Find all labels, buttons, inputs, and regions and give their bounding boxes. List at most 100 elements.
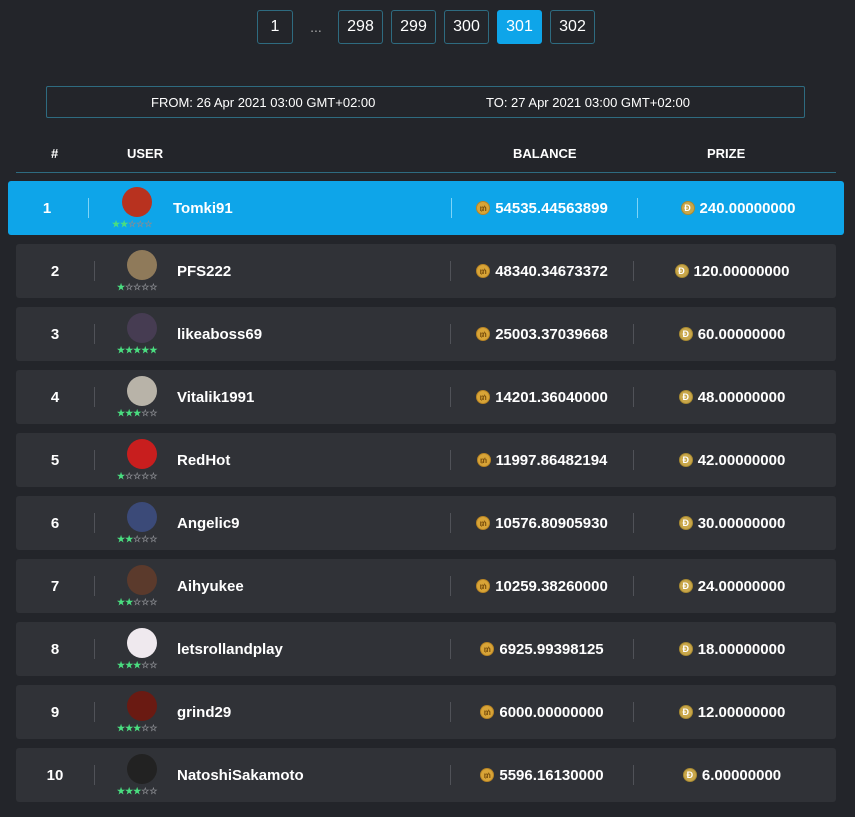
star-icon: ☆ bbox=[149, 723, 158, 733]
username[interactable]: Vitalik1991 bbox=[177, 370, 254, 424]
token-coin-icon: ₥ bbox=[476, 579, 491, 593]
avatar[interactable] bbox=[127, 376, 157, 406]
avatar[interactable] bbox=[127, 250, 157, 280]
star-icon: ☆ bbox=[125, 471, 134, 481]
divider bbox=[450, 765, 451, 785]
divider bbox=[94, 387, 95, 407]
token-coin-icon: ₥ bbox=[480, 768, 495, 782]
prize-value: 48.00000000 bbox=[697, 388, 786, 406]
page-button-302[interactable]: 302 bbox=[550, 10, 595, 44]
divider bbox=[450, 387, 451, 407]
avatar[interactable] bbox=[127, 565, 157, 595]
divider bbox=[94, 765, 95, 785]
prize-cell: Đ 120.00000000 bbox=[632, 244, 832, 298]
balance-value: 5596.16130000 bbox=[499, 766, 604, 784]
avatar[interactable] bbox=[127, 502, 157, 532]
username[interactable]: RedHot bbox=[177, 433, 230, 487]
range-from: FROM: 26 Apr 2021 03:00 GMT+02:00 bbox=[151, 95, 376, 110]
divider bbox=[94, 702, 95, 722]
star-icon: ☆ bbox=[149, 660, 158, 670]
rank: 5 bbox=[50, 451, 60, 469]
rating-stars: ★★☆☆☆ bbox=[117, 597, 157, 607]
page-button-301[interactable]: 301 bbox=[497, 10, 542, 44]
balance-cell: ₥ 25003.37039668 bbox=[452, 307, 632, 361]
doge-coin-icon: Đ bbox=[680, 201, 695, 215]
avatar[interactable] bbox=[127, 628, 157, 658]
balance-value: 11997.86482194 bbox=[495, 451, 608, 469]
page-button-298[interactable]: 298 bbox=[338, 10, 383, 44]
balance-cell: ₥ 11997.86482194 bbox=[452, 433, 632, 487]
star-icon: ★ bbox=[125, 786, 134, 796]
star-icon: ★ bbox=[125, 660, 134, 670]
divider bbox=[450, 261, 451, 281]
table-row[interactable]: 3 ★★★★★ likeaboss69 ₥ 25003.37039668 Đ 60.0000… bbox=[16, 307, 836, 361]
prize-cell: Đ 30.00000000 bbox=[632, 496, 832, 550]
avatar[interactable] bbox=[122, 187, 152, 217]
star-icon: ★ bbox=[117, 660, 126, 670]
pagination-ellipsis: ... bbox=[310, 19, 322, 35]
table-row[interactable]: 5 ★☆☆☆☆ RedHot ₥ 11997.86482194 Đ 42.00000000 bbox=[16, 433, 836, 487]
table-row[interactable]: 9 ★★★☆☆ grind29 ₥ 6000.00000000 Đ 12.00000000 bbox=[16, 685, 836, 739]
star-icon: ★ bbox=[125, 723, 134, 733]
rating-stars: ★★★☆☆ bbox=[117, 408, 157, 418]
page-button-299[interactable]: 299 bbox=[391, 10, 436, 44]
divider bbox=[94, 261, 95, 281]
avatar[interactable] bbox=[127, 313, 157, 343]
star-icon: ★ bbox=[117, 408, 126, 418]
doge-coin-icon: Đ bbox=[678, 642, 693, 656]
star-icon: ★ bbox=[117, 471, 126, 481]
doge-coin-icon: Đ bbox=[682, 768, 697, 782]
username[interactable]: Tomki91 bbox=[173, 181, 233, 235]
table-row[interactable]: 1 ★★☆☆☆ Tomki91 ₥ 54535.44563899 Đ 240.0000000… bbox=[8, 181, 844, 235]
prize-cell: Đ 18.00000000 bbox=[632, 622, 832, 676]
table-row[interactable]: 6 ★★☆☆☆ Angelic9 ₥ 10576.80905930 Đ 30.0000000… bbox=[16, 496, 836, 550]
star-icon: ★ bbox=[125, 597, 134, 607]
divider bbox=[450, 324, 451, 344]
avatar[interactable] bbox=[127, 691, 157, 721]
rank: 10 bbox=[46, 766, 64, 784]
rating-stars: ★★★☆☆ bbox=[117, 786, 157, 796]
username[interactable]: Aihyukee bbox=[177, 559, 244, 613]
star-icon: ☆ bbox=[149, 786, 158, 796]
avatar[interactable] bbox=[127, 754, 157, 784]
balance-cell: ₥ 10259.38260000 bbox=[452, 559, 632, 613]
doge-coin-icon: Đ bbox=[674, 264, 689, 278]
username[interactable]: NatoshiSakamoto bbox=[177, 748, 304, 802]
balance-value: 6000.00000000 bbox=[499, 703, 604, 721]
balance-value: 48340.34673372 bbox=[495, 262, 608, 280]
balance-cell: ₥ 10576.80905930 bbox=[452, 496, 632, 550]
rank: 3 bbox=[50, 325, 60, 343]
prize-cell: Đ 60.00000000 bbox=[632, 307, 832, 361]
col-prize: PRIZE bbox=[707, 146, 746, 161]
divider bbox=[450, 450, 451, 470]
table-row[interactable]: 2 ★☆☆☆☆ PFS222 ₥ 48340.34673372 Đ 120.00000000 bbox=[16, 244, 836, 298]
rank: 7 bbox=[50, 577, 60, 595]
page-button-1[interactable]: 1 bbox=[257, 10, 293, 44]
username[interactable]: PFS222 bbox=[177, 244, 231, 298]
table-row[interactable]: 8 ★★★☆☆ letsrollandplay ₥ 6925.99398125 Đ 18.0… bbox=[16, 622, 836, 676]
prize-cell: Đ 24.00000000 bbox=[632, 559, 832, 613]
username[interactable]: grind29 bbox=[177, 685, 231, 739]
table-row[interactable]: 10 ★★★☆☆ NatoshiSakamoto ₥ 5596.16130000 Đ 6.0… bbox=[16, 748, 836, 802]
prize-value: 42.00000000 bbox=[697, 451, 786, 469]
table-row[interactable]: 7 ★★☆☆☆ Aihyukee ₥ 10259.38260000 Đ 24.0000000… bbox=[16, 559, 836, 613]
doge-coin-icon: Đ bbox=[678, 327, 693, 341]
prize-value: 6.00000000 bbox=[701, 766, 782, 784]
rating-stars: ★★☆☆☆ bbox=[117, 534, 157, 544]
prize-value: 18.00000000 bbox=[697, 640, 786, 658]
token-coin-icon: ₥ bbox=[480, 705, 495, 719]
doge-coin-icon: Đ bbox=[678, 390, 693, 404]
prize-value: 24.00000000 bbox=[697, 577, 786, 595]
page-button-300[interactable]: 300 bbox=[444, 10, 489, 44]
username[interactable]: likeaboss69 bbox=[177, 307, 262, 361]
table-row[interactable]: 4 ★★★☆☆ Vitalik1991 ₥ 14201.36040000 Đ 48.0000… bbox=[16, 370, 836, 424]
balance-cell: ₥ 54535.44563899 bbox=[452, 181, 632, 235]
username[interactable]: Angelic9 bbox=[177, 496, 240, 550]
star-icon: ★ bbox=[117, 345, 126, 355]
rank: 8 bbox=[50, 640, 60, 658]
avatar[interactable] bbox=[127, 439, 157, 469]
col-user: USER bbox=[127, 146, 164, 161]
username[interactable]: letsrollandplay bbox=[177, 622, 283, 676]
rank: 9 bbox=[50, 703, 60, 721]
divider bbox=[94, 324, 95, 344]
